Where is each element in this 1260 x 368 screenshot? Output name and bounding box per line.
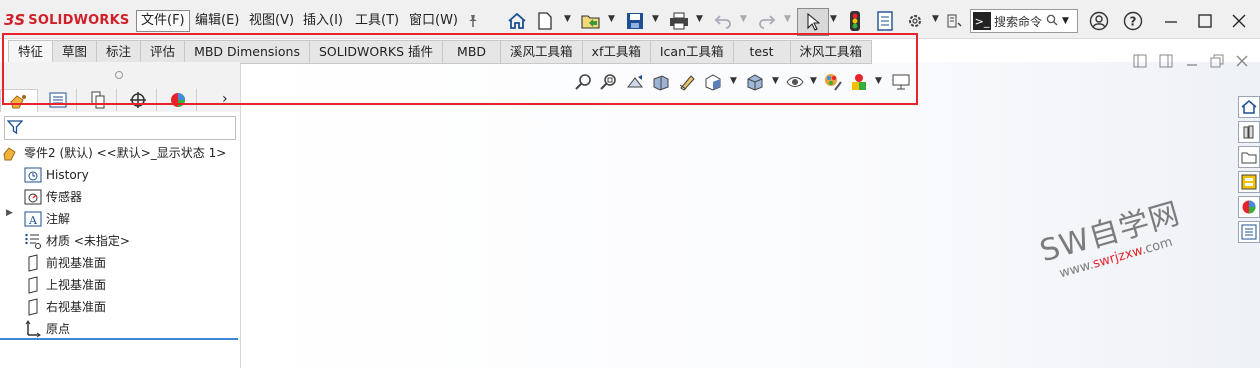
search-commands-box[interactable]: >_ 搜索命令 ▼ <box>970 9 1078 33</box>
menu-file[interactable]: 文件(F) <box>136 10 190 32</box>
tree-item-label: 原点 <box>46 322 71 336</box>
svg-text:?: ? <box>1130 15 1137 29</box>
options-gear-icon[interactable] <box>904 10 926 32</box>
logo-mark: 3S <box>4 11 26 29</box>
tree-item-label: 前视基准面 <box>46 256 107 270</box>
menu-view[interactable]: 视图(V) <box>245 11 298 31</box>
tree-item-label: 右视基准面 <box>46 300 107 314</box>
panel-bottom-divider <box>0 338 238 340</box>
tree-item-right-plane[interactable]: 右视基准面 <box>24 297 106 317</box>
annotations-icon: A <box>24 210 42 228</box>
options-dropdown-icon[interactable]: ▼ <box>932 14 939 24</box>
tree-filter-input[interactable] <box>4 116 236 140</box>
task-pane-view-palette-icon[interactable] <box>1238 171 1260 193</box>
open-dropdown-icon[interactable]: ▼ <box>608 14 615 24</box>
open-icon[interactable] <box>580 10 602 32</box>
plane-icon <box>24 276 42 294</box>
plane-icon <box>24 298 42 316</box>
tree-item-label: 传感器 <box>46 190 83 204</box>
close-window-icon[interactable] <box>1228 10 1250 32</box>
tree-item-label: 上视基准面 <box>46 278 107 292</box>
command-prompt-icon: >_ <box>973 12 991 30</box>
search-dropdown-icon[interactable]: ▼ <box>1062 16 1069 26</box>
new-document-icon[interactable] <box>534 10 556 32</box>
tree-item-label: History <box>46 168 89 182</box>
select-dropdown-icon[interactable]: ▼ <box>830 14 837 24</box>
collapse-right-pane-icon[interactable] <box>1156 52 1176 70</box>
print-icon[interactable] <box>668 10 690 32</box>
collapse-left-pane-icon[interactable] <box>1130 52 1150 70</box>
print-dropdown-icon[interactable]: ▼ <box>696 14 703 24</box>
tree-item-annotations[interactable]: A 注解 <box>24 209 70 229</box>
task-pane-custom-properties-icon[interactable] <box>1238 221 1260 243</box>
minimize-document-icon[interactable] <box>1182 52 1202 70</box>
part-name-label: 零件2 (默认) <<默认>_显示状态 1> <box>24 146 227 160</box>
redo-icon[interactable] <box>756 10 778 32</box>
tree-item-label: 注解 <box>46 212 71 226</box>
task-pane-appearances-icon[interactable] <box>1238 196 1260 218</box>
task-pane-tabs <box>1238 96 1260 243</box>
menu-window[interactable]: 窗口(W) <box>405 11 462 31</box>
rebuild-traffic-light-icon[interactable] <box>844 10 866 32</box>
highlight-annotation-box <box>2 33 918 105</box>
tree-item-front-plane[interactable]: 前视基准面 <box>24 253 106 273</box>
pin-icon[interactable] <box>462 10 484 32</box>
select-cursor-icon[interactable] <box>797 8 829 36</box>
maximize-window-icon[interactable] <box>1194 10 1216 32</box>
tree-item-sensors[interactable]: 传感器 <box>24 187 82 207</box>
plane-icon <box>24 254 42 272</box>
sensor-icon <box>24 188 42 206</box>
filter-icon <box>7 120 23 135</box>
svg-text:A: A <box>28 214 38 227</box>
home-icon[interactable] <box>506 10 528 32</box>
menu-insert[interactable]: 插入(I) <box>299 11 347 31</box>
origin-icon <box>24 320 42 338</box>
logo-text: SOLIDWORKS <box>28 12 130 28</box>
part-icon <box>2 144 20 162</box>
material-icon <box>24 232 42 250</box>
user-account-icon[interactable] <box>1088 10 1110 32</box>
history-folder-icon <box>24 166 42 184</box>
minimize-window-icon[interactable] <box>1160 10 1182 32</box>
redo-dropdown-icon[interactable]: ▼ <box>784 14 791 24</box>
tree-item-origin[interactable]: 原点 <box>24 319 70 339</box>
search-input[interactable]: 搜索命令 <box>994 13 1042 30</box>
menu-edit[interactable]: 编辑(E) <box>191 11 243 31</box>
task-pane-design-library-icon[interactable] <box>1238 121 1260 143</box>
file-properties-icon[interactable] <box>874 10 896 32</box>
task-pane-file-explorer-icon[interactable] <box>1238 146 1260 168</box>
undo-dropdown-icon[interactable]: ▼ <box>740 14 747 24</box>
save-icon[interactable] <box>624 10 646 32</box>
search-icon[interactable] <box>1046 14 1058 29</box>
restore-document-icon[interactable] <box>1207 52 1227 70</box>
help-icon[interactable]: ? <box>1122 10 1144 32</box>
feature-manager-panel: › 零件2 (默认) <<默认>_显示状态 1> History 传感器 ▶ A… <box>0 62 241 368</box>
undo-icon[interactable] <box>712 10 734 32</box>
new-dropdown-icon[interactable]: ▼ <box>564 14 571 24</box>
tree-item-top-plane[interactable]: 上视基准面 <box>24 275 106 295</box>
save-dropdown-icon[interactable]: ▼ <box>652 14 659 24</box>
customize-icon[interactable] <box>944 10 966 32</box>
expand-annotations-arrow-icon[interactable]: ▶ <box>6 208 13 218</box>
tree-item-label: 材质 <未指定> <box>46 234 130 248</box>
solidworks-logo[interactable]: 3S SOLIDWORKS <box>4 9 129 31</box>
tree-root-part[interactable]: 零件2 (默认) <<默认>_显示状态 1> <box>2 143 226 163</box>
tree-item-material[interactable]: 材质 <未指定> <box>24 231 130 251</box>
task-pane-resources-home-icon[interactable] <box>1238 96 1260 118</box>
tree-item-history[interactable]: History <box>24 165 89 185</box>
close-document-icon[interactable] <box>1232 52 1252 70</box>
menu-tools[interactable]: 工具(T) <box>351 11 403 31</box>
